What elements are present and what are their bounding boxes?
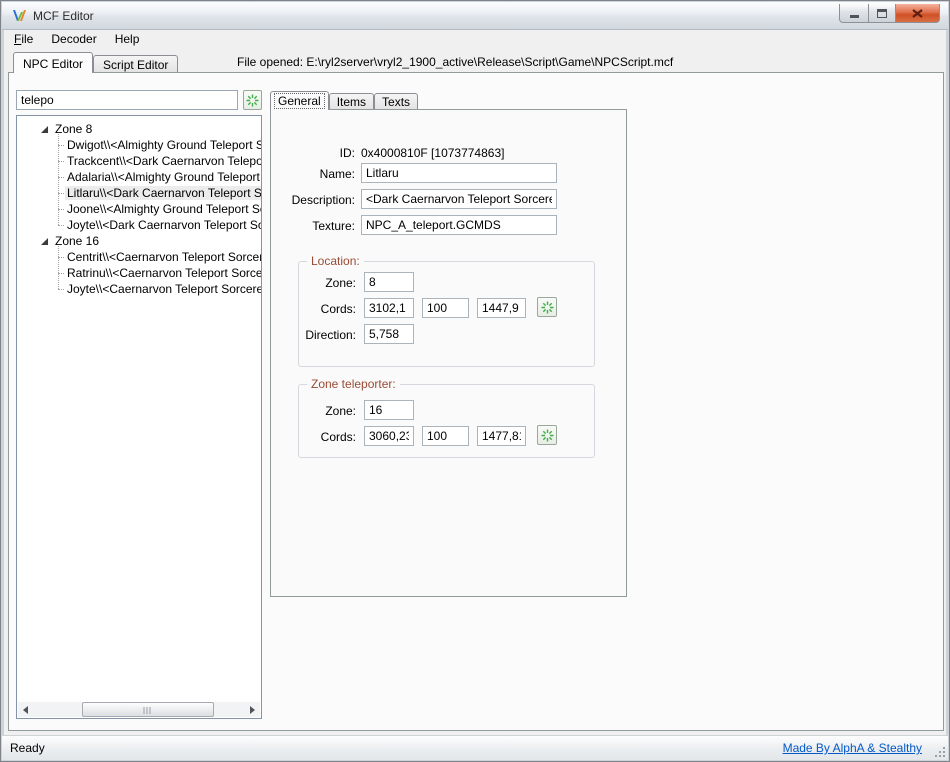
- minimize-icon: [850, 15, 859, 18]
- menu-item-decoder[interactable]: Decoder: [42, 30, 105, 49]
- description-label: Description:: [281, 193, 355, 207]
- teleporter-zone-field[interactable]: [364, 400, 414, 420]
- tree-item-centrit[interactable]: Centrit\\<Caernarvon Teleport Sorcerers>: [17, 249, 261, 265]
- credit-link[interactable]: Made By AlphA & Stealthy: [783, 741, 922, 755]
- teleporter-zone-label: Zone:: [304, 404, 356, 418]
- zone-teleporter-group-title: Zone teleporter:: [307, 377, 400, 391]
- teleporter-cords-label: Cords:: [304, 430, 356, 444]
- location-zone-field[interactable]: [364, 272, 414, 292]
- expander-icon[interactable]: [41, 126, 48, 133]
- location-pick-button[interactable]: [537, 297, 557, 317]
- name-label: Name:: [281, 167, 355, 181]
- tree-item-joone[interactable]: Joone\\<Almighty Ground Teleport Sorcere…: [17, 201, 261, 217]
- sparkle-icon: [541, 429, 554, 442]
- tree-item-joyte-8[interactable]: Joyte\\<Dark Caernarvon Teleport Sorcere…: [17, 217, 261, 233]
- location-cords-label: Cords:: [304, 302, 356, 316]
- teleporter-pick-button[interactable]: [537, 425, 557, 445]
- id-label: ID:: [281, 146, 355, 160]
- editor-tab-strip: General Items Texts: [270, 91, 418, 109]
- window-title: MCF Editor: [33, 9, 94, 23]
- tree-item-joyte-16[interactable]: Joyte\\<Caernarvon Teleport Sorcerer>: [17, 281, 261, 297]
- tab-general[interactable]: General: [270, 91, 329, 110]
- tab-script-editor[interactable]: Script Editor: [93, 55, 178, 72]
- tree-item-trackcent[interactable]: Trackcent\\<Dark Caernarvon Teleport Sor…: [17, 153, 261, 169]
- zone-teleporter-group: Zone teleporter: Zone: Cords:: [298, 384, 595, 458]
- tab-texts[interactable]: Texts: [374, 93, 418, 109]
- minimize-button[interactable]: [839, 4, 869, 23]
- file-opened-text: File opened: E:\ryl2server\vryl2_1900_ac…: [237, 55, 673, 69]
- menu-bar: File Decoder Help: [5, 30, 945, 49]
- arrow-left-icon: [23, 706, 28, 714]
- location-cords-z-field[interactable]: [477, 298, 526, 318]
- tree-item-adalaria[interactable]: Adalaria\\<Almighty Ground Teleport Sorc…: [17, 169, 261, 185]
- sparkle-icon: [541, 301, 554, 314]
- main-tab-strip: NPC Editor Script Editor: [13, 52, 178, 72]
- location-cords-y-field[interactable]: [422, 298, 469, 318]
- resize-grip-icon[interactable]: [935, 747, 945, 757]
- arrow-right-icon: [250, 706, 255, 714]
- maximize-icon: [877, 9, 887, 18]
- teleporter-cords-y-field[interactable]: [422, 426, 469, 446]
- npc-editor-page: Zone 8 Dwigot\\<Almighty Ground Teleport…: [8, 72, 944, 731]
- texture-field[interactable]: [361, 215, 557, 235]
- texture-label: Texture:: [281, 219, 355, 233]
- status-bar: Ready Made By AlphA & Stealthy: [2, 735, 948, 760]
- close-icon: [912, 9, 923, 18]
- expander-icon[interactable]: [41, 238, 48, 245]
- location-direction-field[interactable]: [364, 324, 414, 344]
- scroll-left-button[interactable]: [18, 702, 33, 717]
- name-field[interactable]: [361, 163, 557, 183]
- search-input[interactable]: [16, 90, 238, 110]
- tree-hscrollbar[interactable]: [18, 702, 260, 717]
- close-button[interactable]: [896, 4, 940, 23]
- teleporter-cords-x-field[interactable]: [364, 426, 414, 446]
- maximize-button[interactable]: [869, 4, 896, 23]
- grip-icon: [144, 707, 153, 714]
- description-field[interactable]: [361, 189, 557, 209]
- scroll-thumb[interactable]: [82, 702, 214, 717]
- tree-zone-8[interactable]: Zone 8: [17, 121, 261, 137]
- location-group-title: Location:: [307, 254, 364, 268]
- scroll-right-button[interactable]: [245, 702, 260, 717]
- teleporter-cords-z-field[interactable]: [477, 426, 526, 446]
- location-cords-x-field[interactable]: [364, 298, 414, 318]
- app-icon: [11, 8, 28, 24]
- npc-tree: Zone 8 Dwigot\\<Almighty Ground Teleport…: [16, 115, 262, 719]
- tree-item-dwigot[interactable]: Dwigot\\<Almighty Ground Teleport Sorcer…: [17, 137, 261, 153]
- tree-zone-16[interactable]: Zone 16: [17, 233, 261, 249]
- menu-item-help[interactable]: Help: [106, 30, 149, 49]
- title-bar: MCF Editor: [2, 2, 948, 30]
- tab-npc-editor[interactable]: NPC Editor: [13, 52, 93, 73]
- location-group: Location: Zone: Cords: Direction:: [298, 261, 595, 367]
- location-direction-label: Direction:: [293, 328, 356, 342]
- mcf-editor-window: MCF Editor File Decoder Help NPC Editor …: [0, 0, 950, 762]
- tree-item-ratrinu[interactable]: Ratrinu\\<Caernarvon Teleport Sorcerer>: [17, 265, 261, 281]
- tab-items[interactable]: Items: [329, 93, 374, 109]
- status-text: Ready: [10, 741, 45, 755]
- sparkle-icon: [246, 94, 259, 107]
- menu-item-file[interactable]: File: [5, 30, 42, 49]
- search-button[interactable]: [243, 90, 262, 110]
- general-panel: ID: 0x4000810F [1073774863] Name: Descri…: [270, 109, 627, 597]
- id-value: 0x4000810F [1073774863]: [361, 146, 504, 160]
- tree-item-litlaru[interactable]: Litlaru\\<Dark Caernarvon Teleport Sorce…: [17, 185, 261, 201]
- location-zone-label: Zone:: [304, 276, 356, 290]
